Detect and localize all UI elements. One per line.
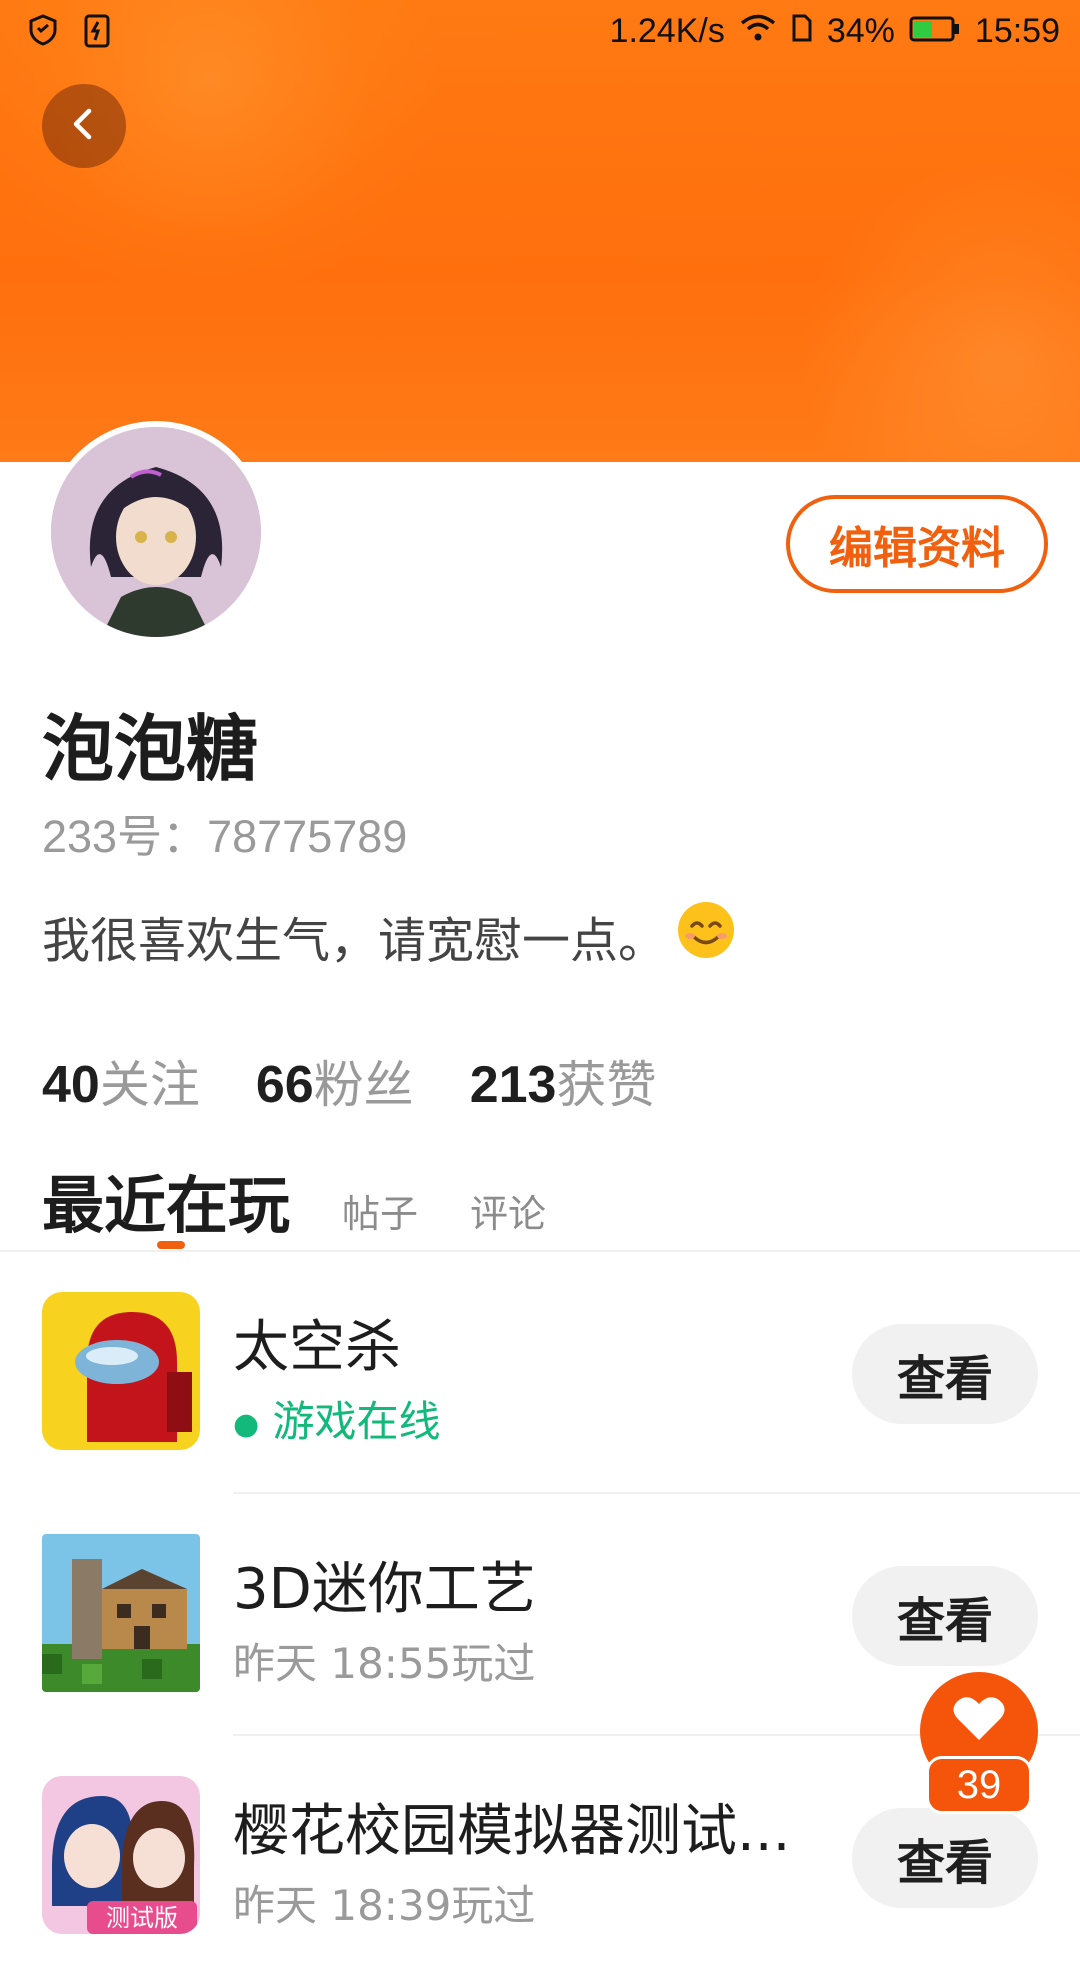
battery-saver-icon <box>82 12 112 56</box>
followers-stat[interactable]: 66粉丝 <box>256 1045 414 1117</box>
likes-label: 获赞 <box>556 1056 657 1114</box>
bio: 我很喜欢生气，请宽慰一点。 <box>42 900 736 972</box>
game-title: 3D迷你工艺 <box>233 1557 536 1622</box>
online-dot-icon: ● <box>233 1407 260 1442</box>
list-item[interactable]: 测试版 樱花校园模拟器测试... 昨天 18:39玩过 查看 <box>0 1736 1080 1978</box>
username: 泡泡糖 <box>42 707 259 791</box>
back-button[interactable] <box>42 84 126 168</box>
view-button[interactable]: 查看 <box>852 1808 1038 1908</box>
tab-posts[interactable]: 帖子 <box>342 1183 418 1238</box>
following-label: 关注 <box>99 1056 200 1114</box>
tab-comments[interactable]: 评论 <box>470 1183 546 1238</box>
tab-recently-played[interactable]: 最近在玩 <box>42 1155 290 1245</box>
clock: 15:59 <box>974 12 1060 50</box>
smile-emoji-icon <box>676 900 736 972</box>
network-speed: 1.24K/s <box>609 12 725 50</box>
profile-tabs: 最近在玩 帖子 评论 <box>42 1155 546 1245</box>
wifi-icon <box>739 12 777 51</box>
user-id: 233号：78775789 <box>42 811 408 862</box>
likes-stat[interactable]: 213获赞 <box>470 1045 657 1117</box>
like-count-badge: 39 <box>926 1756 1032 1814</box>
edit-profile-button[interactable]: 编辑资料 <box>786 495 1048 593</box>
game-badge: 测试版 <box>106 1904 178 1932</box>
view-button[interactable]: 查看 <box>852 1324 1038 1424</box>
profile-stats: 40关注 66粉丝 213获赞 <box>42 1045 656 1117</box>
profile-header-banner <box>0 0 1080 462</box>
game-last-played: 昨天 18:55玩过 <box>233 1639 536 1688</box>
view-button[interactable]: 查看 <box>852 1566 1038 1666</box>
likes-count: 213 <box>469 1056 557 1114</box>
chevron-left-icon <box>64 104 104 148</box>
game-status-text: 游戏在线 <box>272 1397 441 1446</box>
battery-icon <box>909 12 961 51</box>
game-icon-sakura-school: 测试版 <box>42 1776 200 1934</box>
shield-icon <box>26 13 60 55</box>
list-item[interactable]: 太空杀 ● 游戏在线 查看 <box>0 1252 1080 1494</box>
following-count: 40 <box>42 1056 100 1114</box>
status-bar: 1.24K/s 34% 15:59 <box>0 0 1080 62</box>
tab-indicator <box>157 1241 185 1249</box>
list-item[interactable]: 3D迷你工艺 昨天 18:55玩过 查看 <box>0 1494 1080 1736</box>
game-icon-3d-mini-craft <box>42 1534 200 1692</box>
heart-icon <box>951 1694 1007 1748</box>
game-title: 樱花校园模拟器测试... <box>233 1799 791 1864</box>
game-status: ● 游戏在线 <box>233 1388 441 1449</box>
followers-count: 66 <box>255 1056 314 1114</box>
following-stat[interactable]: 40关注 <box>42 1045 200 1117</box>
game-icon-among-us <box>42 1292 200 1450</box>
avatar[interactable] <box>45 421 267 643</box>
followers-label: 粉丝 <box>313 1056 414 1114</box>
game-last-played: 昨天 18:39玩过 <box>233 1881 536 1930</box>
battery-percent: 34% <box>826 12 895 50</box>
sim-icon <box>791 12 813 51</box>
bio-text: 我很喜欢生气，请宽慰一点。 <box>42 913 667 969</box>
game-title: 太空杀 <box>233 1315 401 1380</box>
